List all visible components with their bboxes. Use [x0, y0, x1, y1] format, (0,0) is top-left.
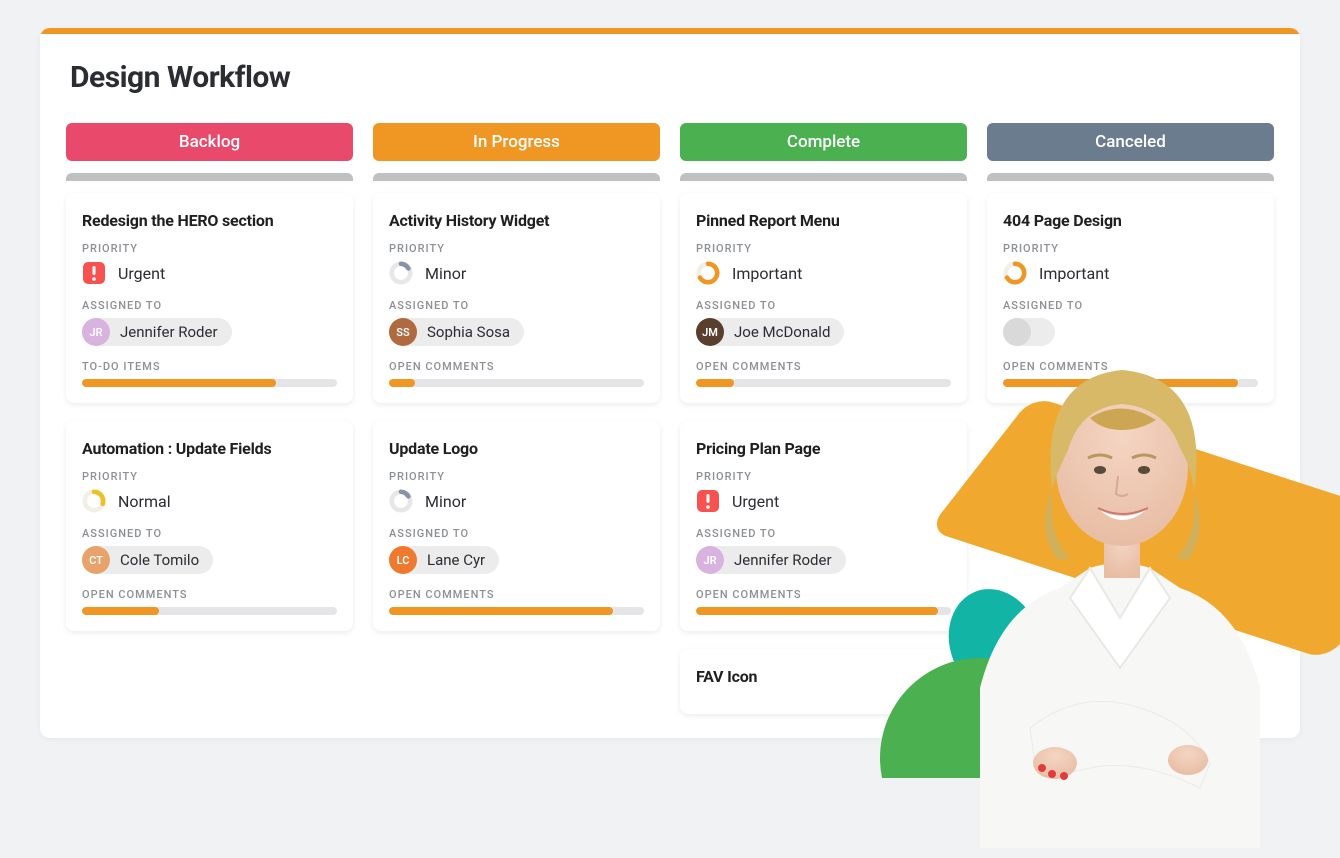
assigned-to-label: ASSIGNED TO — [82, 527, 337, 540]
minor-icon — [389, 489, 413, 513]
column-header[interactable]: Complete — [680, 123, 967, 161]
column-divider — [66, 173, 353, 181]
normal-icon — [82, 489, 106, 513]
column-divider — [680, 173, 967, 181]
avatar: CT — [82, 546, 110, 574]
assignee-name: Joe McDonald — [734, 323, 830, 341]
urgent-icon — [696, 489, 720, 513]
priority-row: Important — [696, 261, 951, 285]
kanban-card[interactable]: Redesign the HERO section PRIORITY Urgent A… — [66, 193, 353, 403]
kanban-card[interactable]: Automation : Update Fields PRIORITY Normal… — [66, 421, 353, 631]
avatar: JR — [82, 318, 110, 346]
assignee-chip[interactable]: JM Joe McDonald — [696, 318, 844, 346]
column-divider — [987, 173, 1274, 181]
kanban-card[interactable]: Activity History Widget PRIORITY Minor ASSI… — [373, 193, 660, 403]
priority-value: Urgent — [118, 264, 165, 283]
important-icon — [1003, 261, 1027, 285]
priority-label: PRIORITY — [82, 242, 337, 255]
person-photo — [940, 308, 1300, 848]
important-icon — [696, 261, 720, 285]
assignee-chip[interactable]: JR Jennifer Roder — [696, 546, 846, 574]
column-header[interactable]: In Progress — [373, 123, 660, 161]
progress-fill — [696, 379, 734, 387]
priority-label: PRIORITY — [696, 242, 951, 255]
card-title: Pinned Report Menu — [696, 211, 951, 230]
priority-label: PRIORITY — [82, 470, 337, 483]
progress-fill — [696, 607, 938, 615]
progress-label: OPEN COMMENTS — [82, 588, 337, 601]
assigned-to-label: ASSIGNED TO — [82, 299, 337, 312]
column-header[interactable]: Backlog — [66, 123, 353, 161]
assignee-chip[interactable]: SS Sophia Sosa — [389, 318, 524, 346]
card-title: Pricing Plan Page — [696, 439, 951, 458]
priority-value: Urgent — [732, 492, 779, 511]
priority-row: Minor — [389, 489, 644, 513]
assignee-name: Jennifer Roder — [734, 551, 832, 569]
progress-label: OPEN COMMENTS — [389, 360, 644, 373]
assignee-name: Jennifer Roder — [120, 323, 218, 341]
progress-bar — [696, 607, 951, 615]
priority-row: Urgent — [82, 261, 337, 285]
priority-row: Urgent — [696, 489, 951, 513]
priority-label: PRIORITY — [389, 470, 644, 483]
card-title: Automation : Update Fields — [82, 439, 337, 458]
kanban-card[interactable]: Pinned Report Menu PRIORITY Important ASSIG… — [680, 193, 967, 403]
urgent-icon — [82, 261, 106, 285]
assigned-to-label: ASSIGNED TO — [696, 299, 951, 312]
progress-bar — [696, 379, 951, 387]
progress-fill — [389, 379, 415, 387]
avatar: JM — [696, 318, 724, 346]
assigned-to-label: ASSIGNED TO — [696, 527, 951, 540]
assignee-chip[interactable]: CT Cole Tomilo — [82, 546, 213, 574]
assigned-to-label: ASSIGNED TO — [389, 527, 644, 540]
kanban-card[interactable]: Update Logo PRIORITY Minor ASSIGNED TO LC Lan… — [373, 421, 660, 631]
progress-bar — [389, 379, 644, 387]
progress-label: OPEN COMMENTS — [696, 588, 951, 601]
avatar: LC — [389, 546, 417, 574]
priority-value: Minor — [425, 492, 466, 511]
progress-fill — [82, 607, 159, 615]
avatar: JR — [696, 546, 724, 574]
minor-icon — [389, 261, 413, 285]
progress-label: OPEN COMMENTS — [696, 360, 951, 373]
progress-fill — [82, 379, 276, 387]
card-title: Redesign the HERO section — [82, 211, 337, 230]
assignee-name: Sophia Sosa — [427, 323, 510, 341]
priority-label: PRIORITY — [1003, 242, 1258, 255]
priority-value: Minor — [425, 264, 466, 283]
progress-bar — [82, 607, 337, 615]
priority-value: Normal — [118, 492, 171, 511]
assignee-name: Cole Tomilo — [120, 551, 199, 569]
column-complete: Complete Pinned Report Menu PRIORITY Import… — [680, 123, 967, 732]
progress-bar — [389, 607, 644, 615]
assignee-chip[interactable]: LC Lane Cyr — [389, 546, 499, 574]
card-title: 404 Page Design — [1003, 211, 1258, 230]
card-title: Activity History Widget — [389, 211, 644, 230]
priority-value: Important — [1039, 264, 1109, 283]
progress-label: OPEN COMMENTS — [389, 588, 644, 601]
priority-row: Normal — [82, 489, 337, 513]
progress-fill — [389, 607, 613, 615]
column-backlog: Backlog Redesign the HERO section PRIORITY… — [66, 123, 353, 732]
board-header: Design Workflow — [40, 34, 1300, 113]
priority-label: PRIORITY — [389, 242, 644, 255]
board-title: Design Workflow — [70, 60, 1270, 95]
progress-label: TO-DO ITEMS — [82, 360, 337, 373]
priority-value: Important — [732, 264, 802, 283]
assigned-to-label: ASSIGNED TO — [389, 299, 644, 312]
priority-row: Minor — [389, 261, 644, 285]
priority-row: Important — [1003, 261, 1258, 285]
card-title: Update Logo — [389, 439, 644, 458]
assignee-name: Lane Cyr — [427, 551, 485, 569]
assignee-chip[interactable]: JR Jennifer Roder — [82, 318, 232, 346]
column-header[interactable]: Canceled — [987, 123, 1274, 161]
column-in-progress: In Progress Activity History Widget PRIORI… — [373, 123, 660, 732]
column-divider — [373, 173, 660, 181]
priority-label: PRIORITY — [696, 470, 951, 483]
progress-bar — [82, 379, 337, 387]
kanban-card[interactable]: Pricing Plan Page PRIORITY Urgent ASSIGNED … — [680, 421, 967, 631]
avatar: SS — [389, 318, 417, 346]
